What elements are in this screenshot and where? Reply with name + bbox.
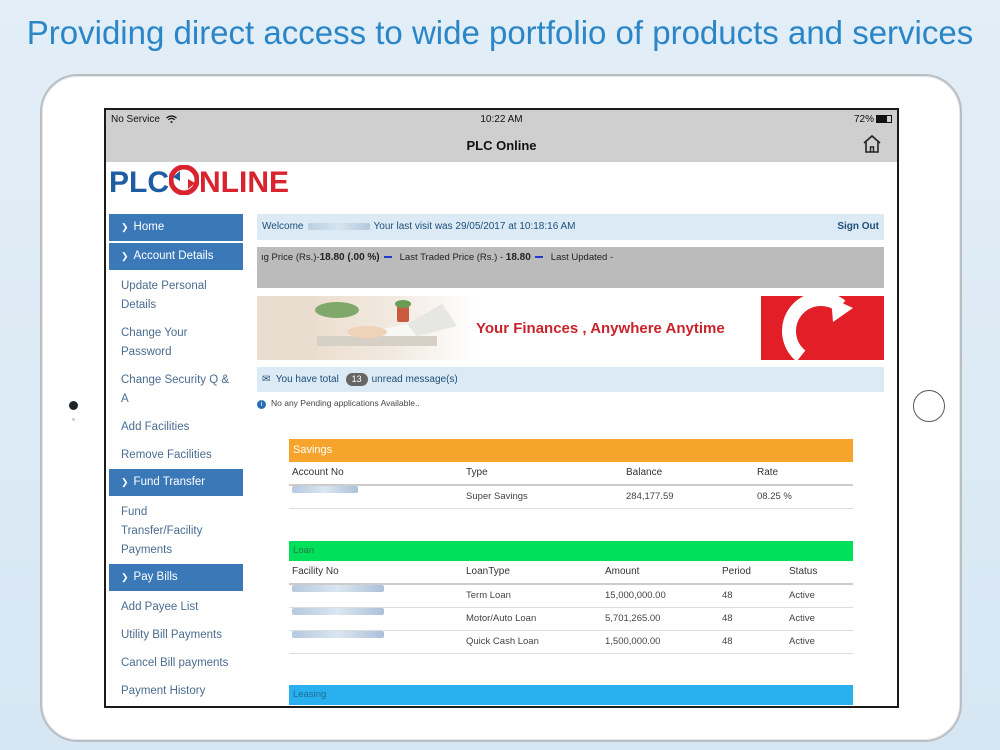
sidebar-item-add-facilities[interactable]: Add Facilities	[109, 413, 243, 441]
screen: No Service 10:22 AM 72% PLC Online PLC NL…	[104, 108, 899, 708]
savings-table: Savings Account No Type Balance Rate Sup…	[289, 439, 853, 509]
sidebar-item-home[interactable]: Home	[109, 214, 243, 241]
logo-arrows-icon	[169, 165, 199, 195]
sign-out-link[interactable]: Sign Out	[837, 214, 879, 240]
last-visit-text: Your last visit was 29/05/2017 at 10:18:…	[373, 221, 576, 232]
promo-banner: Your Finances , Anywhere Anytime	[257, 296, 884, 360]
sidebar-item-update-personal-details[interactable]: Update Personal Details	[109, 272, 243, 319]
sidebar-item-add-payee-list[interactable]: Add Payee List	[109, 593, 243, 621]
info-icon: i	[257, 400, 266, 409]
table-row[interactable]: Motor/Auto Loan 5,701,265.00 48 Active	[289, 608, 853, 631]
sidebar-item-change-security-q-a[interactable]: Change Security Q & A	[109, 366, 243, 413]
pending-note: i No any Pending applications Available..	[257, 398, 884, 409]
table-row[interactable]: Quick Cash Loan 1,500,000.00 48 Active	[289, 631, 853, 654]
loan-table: Loan Facility No LoanType Amount Period …	[289, 541, 853, 654]
ticker-dash	[383, 256, 392, 259]
loan-columns: Facility No LoanType Amount Period Statu…	[289, 561, 853, 585]
nav-bar: PLC Online	[106, 130, 897, 162]
blurred-username	[307, 222, 370, 230]
home-hardware-button[interactable]	[913, 390, 945, 422]
savings-header: Savings	[289, 439, 853, 462]
unread-count-badge: 13	[345, 373, 368, 386]
banner-photo	[257, 296, 477, 360]
sidebar-item-utility-bill-payments[interactable]: Utility Bill Payments	[109, 621, 243, 649]
messages-bar[interactable]: ✉ You have total 13 unread message(s)	[257, 367, 884, 392]
battery-level: 72%	[853, 114, 874, 125]
sidebar-item-remove-facilities[interactable]: Remove Facilities	[109, 441, 243, 469]
sidebar-item-cancel-bill-payments[interactable]: Cancel Bill payments	[109, 649, 243, 677]
clock: 10:22 AM	[480, 114, 523, 125]
blurred-facility-number	[292, 585, 384, 592]
camera-sensor	[72, 418, 75, 421]
sidebar-item-pay-bills[interactable]: Pay Bills	[109, 564, 243, 591]
sidebar-item-fund-transfer[interactable]: Fund Transfer	[109, 469, 243, 496]
blurred-account-number	[292, 486, 358, 493]
status-bar: No Service 10:22 AM 72%	[106, 110, 897, 130]
banner-slogan: Your Finances , Anywhere Anytime	[476, 320, 725, 337]
welcome-bar: Welcome Your last visit was 29/05/2017 at…	[257, 214, 884, 240]
headline: Providing direct access to wide portfoli…	[26, 14, 974, 51]
loan-header: Loan	[289, 541, 853, 561]
blurred-facility-number	[292, 631, 384, 638]
laptop-hands-illustration	[257, 296, 457, 360]
table-row[interactable]: Term Loan 15,000,000.00 48 Active	[289, 585, 853, 608]
table-row[interactable]: Super Savings 284,177.59 08.25 %	[289, 486, 853, 509]
sidebar-item-payment-history[interactable]: Payment History	[109, 677, 243, 705]
banner-logo-arrows-icon	[782, 296, 853, 360]
sidebar-menu: HomeAccount DetailsUpdate Personal Detai…	[109, 214, 243, 706]
blurred-facility-number	[292, 608, 384, 615]
sidebar-item-future-payments[interactable]: Future Payments	[109, 705, 243, 706]
sidebar-item-account-details[interactable]: Account Details	[109, 243, 243, 270]
sidebar-item-fund-transfer-facility-payments[interactable]: Fund Transfer/Facility Payments	[109, 498, 243, 564]
camera	[69, 401, 78, 410]
sidebar-item-change-your-password[interactable]: Change Your Password	[109, 319, 243, 366]
welcome-label: Welcome	[262, 221, 304, 232]
banner-logo-block	[761, 296, 884, 360]
plc-online-logo: PLC NLINE	[109, 165, 289, 199]
battery-icon	[876, 115, 892, 124]
ticker-dash	[534, 256, 543, 259]
envelope-icon: ✉	[262, 374, 271, 385]
savings-columns: Account No Type Balance Rate	[289, 462, 853, 486]
leasing-table: Leasing	[289, 685, 853, 705]
nav-title: PLC Online	[466, 138, 537, 153]
main-content: Welcome Your last visit was 29/05/2017 at…	[257, 214, 884, 409]
home-icon[interactable]	[861, 134, 883, 154]
leasing-header: Leasing	[289, 685, 853, 705]
price-ticker: ıg Price (Rs.)-18.80 (.00 %) Last Traded …	[257, 247, 884, 288]
